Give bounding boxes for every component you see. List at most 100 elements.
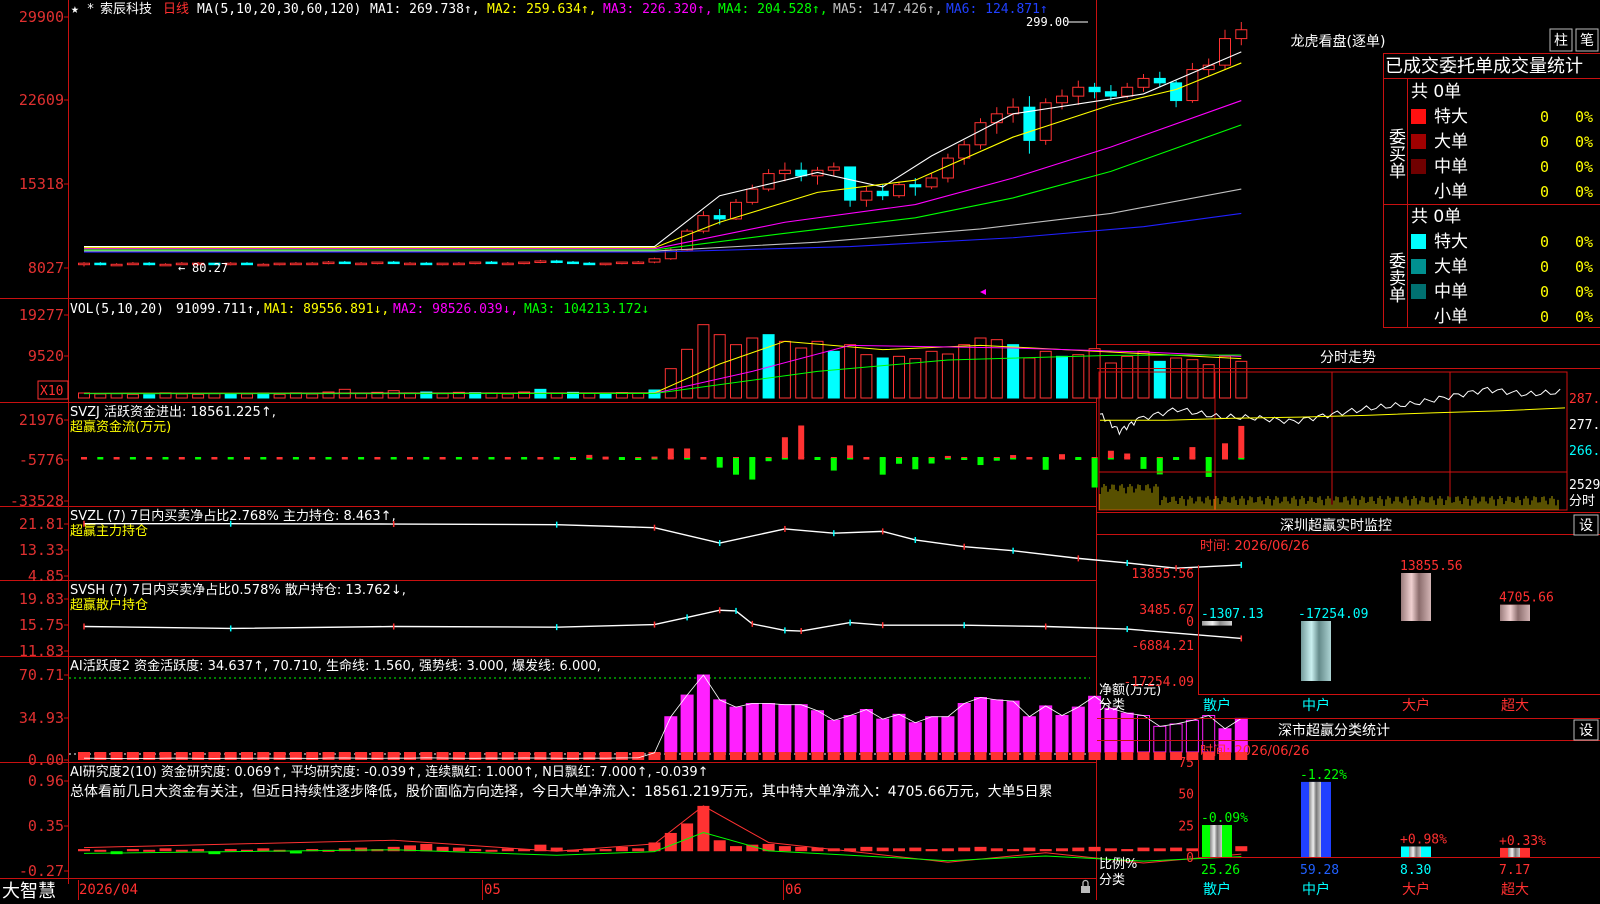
- svzj-bar: [1173, 458, 1179, 460]
- candle-body: [307, 263, 318, 265]
- svzj-tick-label: -5776: [19, 451, 64, 469]
- ai2-bar: [388, 847, 400, 851]
- vol-ma1: MA1: 89556.891↓,: [264, 302, 389, 317]
- ai1-base-bar: [518, 752, 530, 760]
- candle-body: [763, 174, 774, 189]
- svzj-bar: [815, 458, 821, 460]
- candle-body: [1057, 96, 1068, 103]
- candle-body: [1236, 30, 1247, 39]
- volume-bar: [1138, 351, 1149, 398]
- volume-bar: [845, 345, 856, 398]
- ai1-base-bar: [1105, 752, 1117, 760]
- sz-class-title: 深市超赢分类统计: [1278, 722, 1390, 739]
- svzj-tick: [309, 457, 315, 460]
- svzj-tick: [521, 457, 527, 460]
- ai1-base-bar: [795, 752, 807, 760]
- vol-tick-label: 9520: [28, 347, 64, 365]
- svzj-tick: [374, 457, 380, 460]
- order-percent: 0%: [1575, 183, 1593, 201]
- candle-body: [861, 191, 872, 200]
- svzj-bar: [1189, 447, 1195, 458]
- svzj-bar: [1043, 458, 1049, 470]
- svzj-tick: [342, 457, 348, 460]
- sz-class-tick: 25: [1178, 819, 1194, 834]
- volume-bar: [502, 394, 513, 398]
- volume-bar: [894, 356, 905, 398]
- svzj-tick: [293, 457, 299, 460]
- ai1-base-bar: [844, 752, 856, 760]
- svzj-tick: [358, 457, 364, 460]
- volume-bar: [779, 341, 790, 398]
- sz-class-settings-label: 设: [1579, 723, 1593, 739]
- svzj-bar: [945, 456, 951, 458]
- candle-body: [1105, 92, 1116, 96]
- ai1-base-bar: [420, 752, 432, 760]
- ai1-bar: [1105, 708, 1117, 752]
- fenshi-title: 分时走势: [1320, 350, 1376, 366]
- ai1-bar: [1138, 716, 1150, 752]
- svzj-bar: [798, 425, 804, 458]
- volume-bar: [682, 349, 693, 398]
- order-tabs[interactable]: 已成交委托单成交量统计: [1385, 56, 1583, 77]
- svzj-tick: [554, 457, 560, 460]
- candle-body: [127, 263, 138, 265]
- sz-class-value: 25.26: [1201, 863, 1240, 878]
- order-swatch: [1411, 109, 1426, 124]
- svzj-bar: [929, 458, 935, 464]
- candle-body: [1122, 87, 1133, 96]
- column-mode-label: 柱: [1554, 33, 1568, 49]
- ai1-bar: [714, 700, 726, 752]
- order-percent: 0%: [1575, 158, 1593, 176]
- price-tick-label: 29900: [19, 8, 64, 26]
- svzj-tick: [1026, 457, 1032, 460]
- svzj-tick: [195, 457, 201, 460]
- volume-bar: [437, 394, 448, 398]
- ai1-base-bar: [583, 752, 595, 760]
- ai2-bar: [730, 846, 742, 851]
- chart-window: 2990022609153188027 ★ * 索辰科技 日线 MA(5,10,…: [0, 0, 1600, 900]
- volume-bar: [991, 340, 1002, 398]
- ai2-bar: [160, 848, 172, 851]
- ai1-base-bar: [665, 752, 677, 760]
- svzj-bar: [1010, 455, 1016, 458]
- ai1-bar: [991, 700, 1003, 752]
- candle-body: [633, 262, 644, 264]
- sz-monitor-value: -1307.13: [1201, 607, 1264, 622]
- svzj-tick: [326, 457, 332, 460]
- sz-monitor-category: 散户: [1203, 697, 1231, 714]
- ai1-base-bar: [339, 752, 351, 760]
- ai1-base-bar: [225, 752, 237, 760]
- candle-body: [79, 263, 90, 265]
- volume-bar: [665, 369, 676, 398]
- order-label: 中单: [1434, 282, 1468, 302]
- ai2-bar: [795, 847, 807, 851]
- ai2-bar: [942, 848, 954, 851]
- ai2-bar: [1089, 847, 1101, 851]
- svzj-axis: 21976-5776-33528: [10, 411, 69, 510]
- candle-body: [258, 264, 269, 266]
- sz-class-category: 中户: [1302, 881, 1330, 898]
- volume-bar: [1203, 365, 1214, 398]
- candle-body: [274, 263, 285, 265]
- candle-body: [600, 263, 611, 265]
- svzj-bar: [1092, 458, 1098, 487]
- candle-body: [910, 185, 921, 187]
- svsh-tick-label: 11.83: [19, 642, 64, 660]
- star-icon[interactable]: ★ *: [71, 2, 94, 17]
- volume-bar: [877, 358, 888, 398]
- svzl-tick-label: 21.81: [19, 515, 64, 533]
- candle-body: [470, 262, 481, 264]
- svzj-tick: [130, 457, 136, 460]
- date-label-may: 05: [484, 882, 501, 898]
- period-label[interactable]: 日线: [163, 2, 189, 17]
- candle-body: [584, 263, 595, 265]
- ai2-bar: [1105, 848, 1117, 851]
- buy-total: 共 0单: [1411, 82, 1461, 102]
- candle-body: [535, 261, 546, 263]
- candle-body: [1171, 83, 1182, 101]
- svzj-bar: [749, 458, 755, 480]
- volume-bar: [193, 394, 204, 398]
- sz-class-unit: 比例%: [1099, 857, 1137, 872]
- ma2-value: MA2: 259.634↑,: [487, 2, 597, 17]
- ai1-base-bar: [176, 752, 188, 760]
